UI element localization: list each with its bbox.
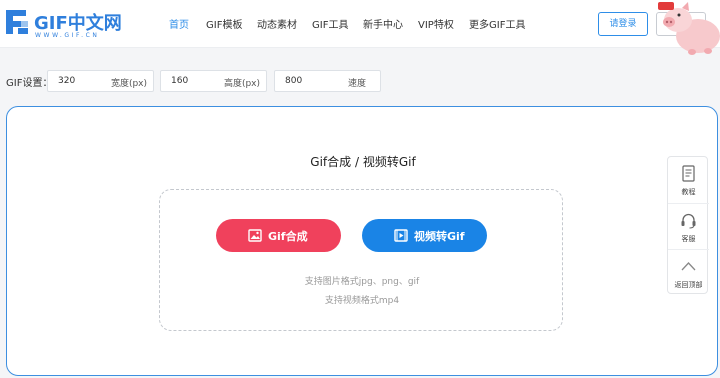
page-title: Gif合成 / 视频转Gif <box>310 155 416 169</box>
image-format-hint: 支持图片格式jpg、png、gif <box>304 277 420 287</box>
width-field[interactable]: 320 宽度(px) <box>47 70 154 92</box>
tutorial-label: 教程 <box>681 188 696 196</box>
video-icon <box>394 229 408 242</box>
back-to-top-label: 返回顶部 <box>674 281 703 289</box>
video-to-gif-button[interactable]: 视频转Gif <box>362 219 487 252</box>
customer-service-label: 客服 <box>681 235 696 243</box>
nav-item-gif-templates[interactable]: GIF模板 <box>206 16 242 31</box>
speed-value[interactable]: 800 <box>285 76 302 86</box>
upload-card: Gif合成 / 视频转Gif Gif合成 视频转Gif 支持图片格式jpg、pn… <box>6 106 718 376</box>
nav-item-gif-tools[interactable]: GIF工具 <box>312 16 348 31</box>
logo-subtext: WWW.GIF.CN <box>35 32 100 39</box>
image-icon <box>248 229 262 242</box>
gif-settings-label: GIF设置： <box>6 78 53 89</box>
upload-dropzone[interactable]: Gif合成 视频转Gif 支持图片格式jpg、png、gif 支持视频格式mp4 <box>159 189 563 331</box>
back-to-top-button[interactable]: 返回顶部 <box>668 249 709 295</box>
width-unit: 宽度(px) <box>110 79 147 89</box>
video-format-hint: 支持视频格式mp4 <box>324 296 400 306</box>
gif-compose-label: Gif合成 <box>268 230 308 243</box>
headset-icon <box>681 213 696 229</box>
nav-item-more-tools[interactable]: 更多GIF工具 <box>469 16 525 31</box>
gif-settings-row: GIF设置： 320 宽度(px) 160 高度(px) 800 速度 <box>0 70 720 92</box>
nav-item-animated-materials[interactable]: 动态素材 <box>257 16 297 31</box>
height-value[interactable]: 160 <box>171 76 188 86</box>
customer-service-button[interactable]: 客服 <box>668 203 709 249</box>
login-button[interactable]: 请登录 <box>598 12 648 36</box>
height-field[interactable]: 160 高度(px) <box>160 70 267 92</box>
logo-mark-icon <box>6 10 28 34</box>
side-toolbar: 教程 客服 返回顶部 <box>667 156 709 295</box>
document-icon <box>682 165 695 182</box>
chevron-up-icon <box>681 262 696 271</box>
tutorial-button[interactable]: 教程 <box>668 157 709 203</box>
speed-field[interactable]: 800 速度 <box>274 70 381 92</box>
gif-compose-button[interactable]: Gif合成 <box>216 219 341 252</box>
nav-item-beginner-center[interactable]: 新手中心 <box>363 16 403 31</box>
site-logo[interactable]: GIF中文网 WWW.GIF.CN <box>4 8 124 42</box>
nav-item-vip[interactable]: VIP特权 <box>418 16 454 31</box>
width-value[interactable]: 320 <box>58 76 75 86</box>
speed-unit: 速度 <box>347 79 366 89</box>
pig-mascot-icon <box>658 2 720 55</box>
height-unit: 高度(px) <box>223 79 260 89</box>
top-header: GIF中文网 WWW.GIF.CN 首页 GIF模板 动态素材 GIF工具 新手… <box>0 0 720 55</box>
nav-item-home[interactable]: 首页 <box>169 16 189 31</box>
video-to-gif-label: 视频转Gif <box>414 230 465 243</box>
